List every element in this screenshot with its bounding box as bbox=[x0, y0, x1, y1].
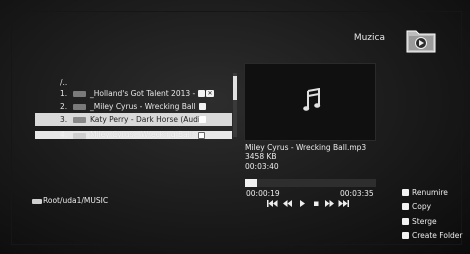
item-number: 3. bbox=[60, 115, 68, 124]
usb-icon bbox=[32, 199, 42, 204]
stop-icon[interactable] bbox=[311, 199, 322, 208]
item-title: Miley Cyrus - Wrecking Ball bbox=[90, 131, 192, 139]
track-filename: Miley Cyrus - Wrecking Ball.mp3 bbox=[245, 143, 367, 152]
color-key-icon bbox=[402, 189, 409, 196]
next-icon[interactable] bbox=[338, 199, 349, 208]
media-player-screen: Muzica /.. 1. _Holland's Got Talent 2013… bbox=[0, 0, 470, 254]
item-number: 4. bbox=[60, 131, 68, 139]
color-key-icon bbox=[402, 218, 409, 225]
progress-fill bbox=[245, 179, 257, 187]
list-scrollbar[interactable] bbox=[233, 73, 237, 137]
list-item-selected[interactable]: 3. Katy Perry - Dark Horse (Audi bbox=[35, 113, 232, 126]
action-label: Sterge bbox=[412, 217, 437, 226]
item-title: _Holland's Got Talent 2013 - bbox=[90, 89, 196, 98]
mp3-file-icon bbox=[73, 104, 86, 110]
color-key-icon bbox=[402, 203, 409, 210]
item-title: _Miley Cyrus - Wrecking Ball bbox=[90, 102, 196, 111]
elapsed-time: 00:00:19 bbox=[246, 189, 280, 198]
mp3-file-icon bbox=[73, 91, 86, 97]
track-size: 3458 KB bbox=[245, 152, 277, 161]
item-title: Katy Perry - Dark Horse (Audi bbox=[90, 115, 201, 124]
close-icon: ✕ bbox=[206, 90, 214, 97]
transport-controls bbox=[267, 199, 357, 209]
section-title: Muzica bbox=[353, 33, 385, 43]
color-key-icon bbox=[402, 232, 409, 239]
mp3-file-icon bbox=[73, 133, 86, 139]
fast-forward-icon[interactable] bbox=[324, 199, 335, 208]
path-text: Root/uda1/MUSIC bbox=[43, 196, 109, 205]
heart-icon bbox=[199, 103, 206, 110]
list-item-focused[interactable]: 4. Miley Cyrus - Wrecking Ball bbox=[35, 131, 232, 139]
mp3-file-icon bbox=[73, 117, 86, 123]
scrollbar-thumb[interactable] bbox=[233, 76, 237, 100]
album-art-preview bbox=[244, 63, 376, 141]
heart-icon bbox=[199, 116, 206, 123]
action-label: Renumire bbox=[412, 188, 448, 197]
heart-icon bbox=[198, 132, 205, 139]
folder-media-icon bbox=[405, 26, 437, 54]
progress-bar[interactable] bbox=[245, 179, 376, 187]
previous-icon[interactable] bbox=[282, 199, 293, 208]
heart-icon bbox=[198, 90, 205, 97]
rewind-icon[interactable] bbox=[267, 199, 278, 208]
list-item[interactable]: 1. _Holland's Got Talent 2013 - ✕ bbox=[35, 87, 232, 100]
track-duration: 00:03:40 bbox=[245, 162, 279, 171]
play-icon[interactable] bbox=[297, 199, 308, 208]
music-note-icon bbox=[303, 87, 321, 112]
list-item[interactable]: 2. _Miley Cyrus - Wrecking Ball bbox=[35, 100, 232, 113]
file-list: /.. 1. _Holland's Got Talent 2013 - ✕ 2.… bbox=[35, 76, 235, 142]
action-label: Copy bbox=[412, 202, 432, 211]
item-number: 1. bbox=[60, 89, 68, 98]
item-number: 2. bbox=[60, 102, 68, 111]
action-label: Create Folder bbox=[412, 231, 463, 240]
total-time: 00:03:35 bbox=[340, 189, 374, 198]
